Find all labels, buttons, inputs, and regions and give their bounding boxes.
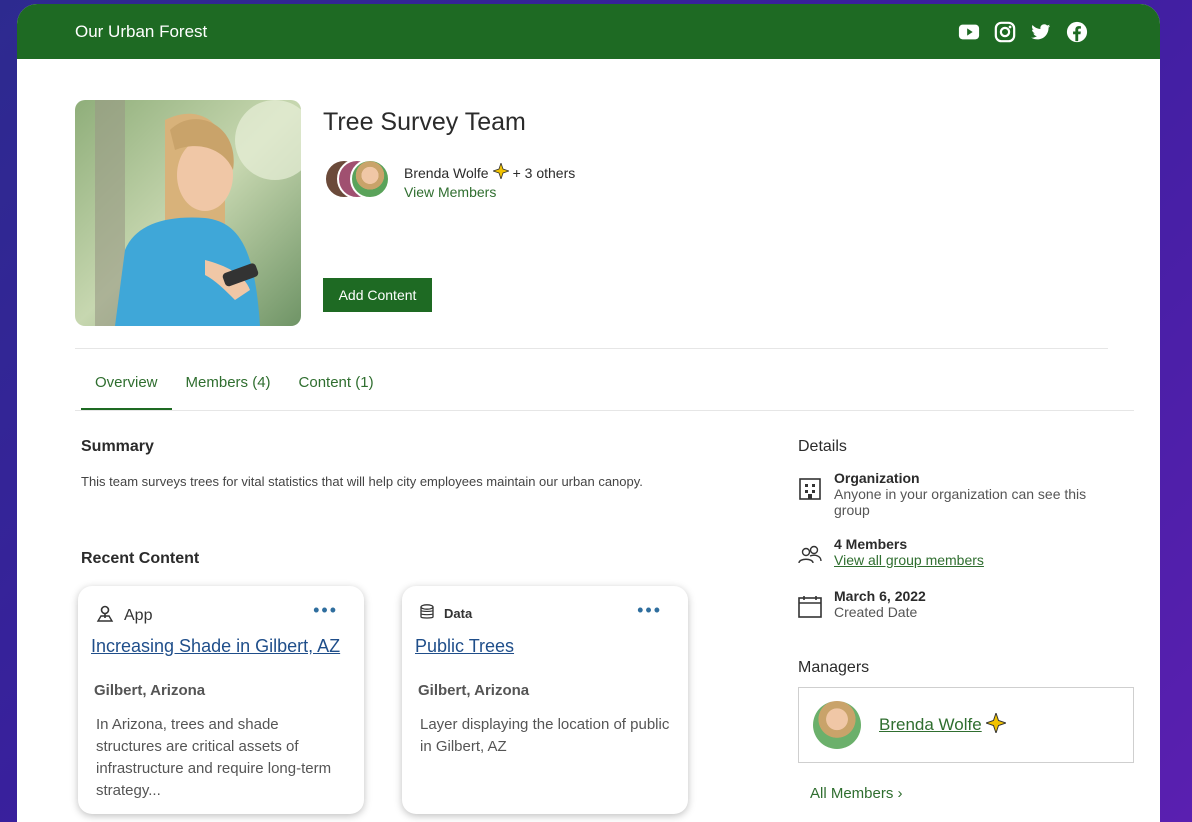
avatar[interactable] [813, 701, 861, 749]
others-count: + 3 others [512, 164, 576, 181]
tab-members[interactable]: Members (4) [172, 374, 285, 411]
card-location: Gilbert, Arizona [418, 682, 530, 699]
sparkle-badge-icon [491, 161, 510, 182]
database-icon [420, 604, 434, 623]
owner-line: Brenda Wolfe + 3 others [404, 161, 576, 182]
recent-content-heading: Recent Content [81, 550, 200, 567]
detail-subtext: Anyone in your organization can see this… [834, 486, 1087, 518]
facebook-icon[interactable] [1066, 21, 1088, 43]
item-type: App [96, 604, 152, 627]
member-avatars[interactable] [324, 159, 394, 201]
item-type: Data [420, 604, 472, 623]
all-members-link[interactable]: All Members › [810, 785, 903, 802]
detail-subtext: Created Date [834, 604, 918, 620]
content-card[interactable]: App ••• Increasing Shade in Gilbert, AZ … [78, 586, 364, 814]
summary-heading: Summary [81, 438, 154, 455]
managers-heading: Managers [798, 659, 870, 676]
view-members-link[interactable]: View Members [404, 184, 496, 200]
member-avatar [350, 159, 390, 199]
instagram-icon[interactable] [994, 21, 1016, 43]
detail-created: March 6, 2022 Created Date [797, 588, 1124, 622]
card-title-link[interactable]: Public Trees [415, 636, 514, 657]
manager-name[interactable]: Brenda Wolfe [879, 715, 982, 735]
manager-card: Brenda Wolfe [798, 687, 1134, 763]
card-title-link[interactable]: Increasing Shade in Gilbert, AZ [91, 636, 340, 657]
card-description: In Arizona, trees and shade structures a… [96, 716, 332, 799]
details-heading: Details [798, 438, 847, 455]
summary-text: This team surveys trees for vital statis… [81, 474, 643, 489]
tab-content[interactable]: Content (1) [285, 374, 388, 411]
add-content-button[interactable]: Add Content [323, 278, 432, 312]
item-type-label: App [124, 606, 153, 624]
more-options-icon[interactable]: ••• [313, 600, 338, 621]
building-icon [797, 476, 825, 504]
detail-title: Organization [834, 470, 920, 486]
item-type-label: Data [444, 606, 473, 621]
owner-name: Brenda Wolfe [404, 164, 489, 181]
sparkle-badge-icon [984, 710, 1008, 738]
youtube-icon[interactable] [958, 21, 980, 43]
calendar-icon [797, 594, 825, 622]
detail-members: 4 Members View all group members [797, 536, 984, 570]
card-location: Gilbert, Arizona [94, 682, 206, 699]
detail-organization: Organization Anyone in your organization… [797, 470, 1124, 518]
divider [75, 410, 1134, 411]
site-title[interactable]: Our Urban Forest [75, 22, 207, 42]
tab-overview[interactable]: Overview [81, 374, 172, 411]
app-window: Our Urban Forest Tree Survey Team Brenda… [17, 4, 1160, 822]
card-description: Layer displaying the location of public … [420, 716, 670, 755]
manager-name-link[interactable]: Brenda Wolfe [879, 710, 1008, 738]
social-links [958, 21, 1088, 43]
app-icon [96, 604, 114, 627]
detail-title: March 6, 2022 [834, 588, 926, 604]
more-options-icon[interactable]: ••• [637, 600, 662, 621]
users-icon [797, 542, 825, 570]
twitter-icon[interactable] [1030, 21, 1052, 43]
top-navigation-bar: Our Urban Forest [17, 4, 1160, 59]
tab-bar: Overview Members (4) Content (1) [81, 374, 388, 411]
group-thumbnail-image [75, 100, 301, 326]
group-title: Tree Survey Team [323, 108, 526, 136]
divider [75, 348, 1108, 349]
view-all-members-link[interactable]: View all group members [834, 552, 984, 568]
content-card[interactable]: Data ••• Public Trees Gilbert, Arizona L… [402, 586, 688, 814]
detail-title: 4 Members [834, 536, 908, 552]
